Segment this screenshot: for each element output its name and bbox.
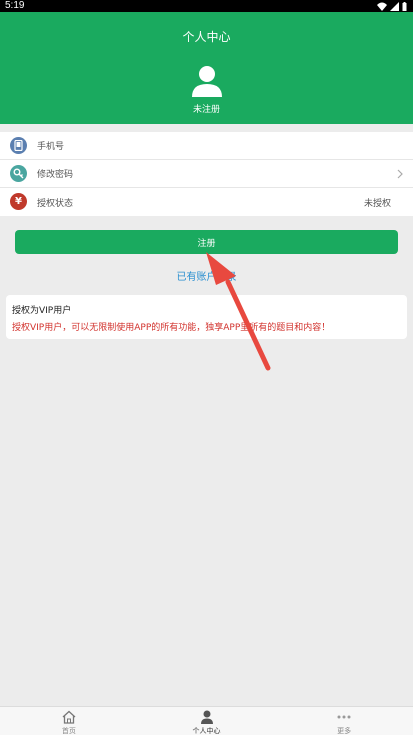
login-link[interactable]: 已有账户登录 [0,268,413,283]
list-item-change-password[interactable]: 修改密码 [0,160,413,188]
tab-bar: 首页 个人中心 更多 [0,706,413,735]
list-item-label: 修改密码 [37,169,74,179]
vip-description: 授权VIP用户，可以无限制使用APP的所有功能，独享APP里所有的题目和内容！ [12,323,331,333]
tab-profile[interactable]: 个人中心 [138,707,276,735]
list-item-label: 授权状态 [37,197,74,208]
battery-icon [402,1,407,11]
register-button[interactable]: 注册 [15,230,398,254]
key-icon [10,165,27,182]
status-time: 5:19 [5,0,25,11]
vip-card: 授权为VIP用户 授权VIP用户，可以无限制使用APP的所有功能，独享APP里所… [6,295,407,339]
status-icons [377,1,407,11]
more-icon [337,715,351,719]
list-item-phone[interactable]: 手机号 [0,132,413,160]
list-item-auth-status[interactable]: ¥ 授权状态 未授权 [0,188,413,216]
profile-header: 个人中心 未注册 [0,12,413,124]
wifi-icon [377,2,387,11]
vip-title: 授权为VIP用户 [12,306,72,316]
chevron-right-icon [397,169,403,179]
status-bar: 5:19 [0,0,413,12]
phone-icon [10,137,27,154]
person-icon [200,710,213,724]
settings-list: 手机号 修改密码 ¥ 授权状态 未授权 [0,132,413,216]
auth-status-value: 未授权 [363,198,391,209]
tab-label: 个人中心 [192,727,221,735]
tab-more[interactable]: 更多 [275,707,413,735]
yen-icon: ¥ [10,193,27,210]
tab-label: 更多 [337,727,352,735]
user-status: 未注册 [192,105,220,115]
signal-icon [390,1,399,11]
list-item-label: 手机号 [37,141,65,151]
page-title: 个人中心 [182,30,231,44]
tab-label: 首页 [61,727,76,735]
tab-home[interactable]: 首页 [0,707,138,735]
home-icon [62,710,76,724]
avatar[interactable] [191,64,223,98]
